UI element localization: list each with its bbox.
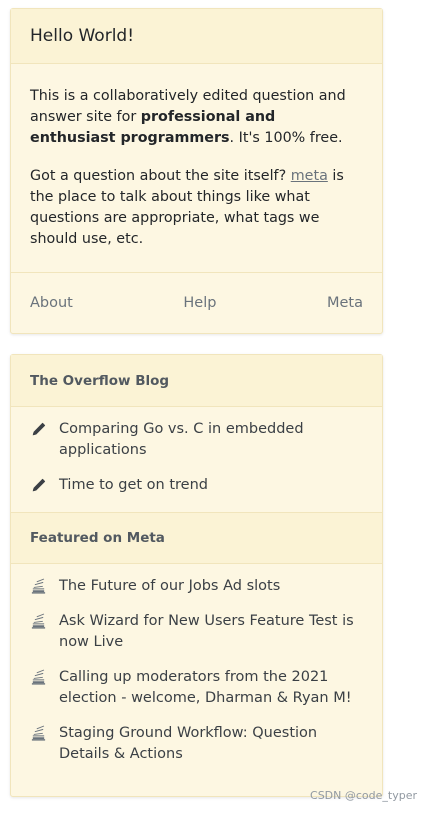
meta-item-label[interactable]: Ask Wizard for New Users Feature Test is… bbox=[59, 611, 363, 653]
footer-meta-link[interactable]: Meta bbox=[327, 295, 363, 311]
intro-suffix-text: . It's 100% free. bbox=[229, 130, 343, 146]
hello-world-footer: About Help Meta bbox=[11, 272, 382, 333]
hello-world-body: This is a collaboratively edited questio… bbox=[11, 64, 382, 250]
pencil-icon bbox=[32, 422, 46, 436]
list-item[interactable]: Staging Ground Workflow: Question Detail… bbox=[30, 723, 363, 765]
intro-paragraph: This is a collaboratively edited questio… bbox=[30, 86, 363, 149]
hello-world-header: Hello World! bbox=[11, 9, 382, 64]
footer-about-link[interactable]: About bbox=[30, 295, 73, 311]
footer-help-link[interactable]: Help bbox=[183, 295, 216, 311]
hello-world-card: Hello World! This is a collaboratively e… bbox=[10, 8, 383, 334]
stack-exchange-icon bbox=[31, 578, 46, 594]
meta-prefix-text: Got a question about the site itself? bbox=[30, 168, 291, 184]
hello-world-title: Hello World! bbox=[30, 26, 135, 46]
meta-item-label[interactable]: Calling up moderators from the 2021 elec… bbox=[59, 667, 363, 709]
list-item[interactable]: The Future of our Jobs Ad slots bbox=[30, 576, 363, 597]
meta-paragraph: Got a question about the site itself? me… bbox=[30, 166, 363, 250]
meta-item-label[interactable]: The Future of our Jobs Ad slots bbox=[59, 576, 280, 597]
list-item[interactable]: Ask Wizard for New Users Feature Test is… bbox=[30, 611, 363, 653]
meta-link[interactable]: meta bbox=[291, 168, 328, 184]
blog-section-header: The Overflow Blog bbox=[11, 355, 382, 407]
stack-exchange-icon bbox=[31, 669, 46, 685]
list-item[interactable]: Comparing Go vs. C in embedded applicati… bbox=[30, 419, 363, 461]
meta-item-label[interactable]: Staging Ground Workflow: Question Detail… bbox=[59, 723, 363, 765]
blog-item-label[interactable]: Time to get on trend bbox=[59, 475, 208, 496]
watermark: CSDN @code_typer bbox=[310, 789, 417, 802]
sidebar-widget: The Overflow Blog Comparing Go vs. C in … bbox=[10, 354, 383, 797]
blog-list: Comparing Go vs. C in embedded applicati… bbox=[11, 407, 382, 512]
meta-section-header: Featured on Meta bbox=[11, 512, 382, 564]
blog-item-label[interactable]: Comparing Go vs. C in embedded applicati… bbox=[59, 419, 363, 461]
list-item[interactable]: Calling up moderators from the 2021 elec… bbox=[30, 667, 363, 709]
stack-exchange-icon bbox=[31, 613, 46, 629]
list-item[interactable]: Time to get on trend bbox=[30, 475, 363, 496]
pencil-icon bbox=[32, 478, 46, 492]
meta-list: The Future of our Jobs Ad slots Ask Wiza… bbox=[11, 564, 382, 781]
stack-exchange-icon bbox=[31, 725, 46, 741]
